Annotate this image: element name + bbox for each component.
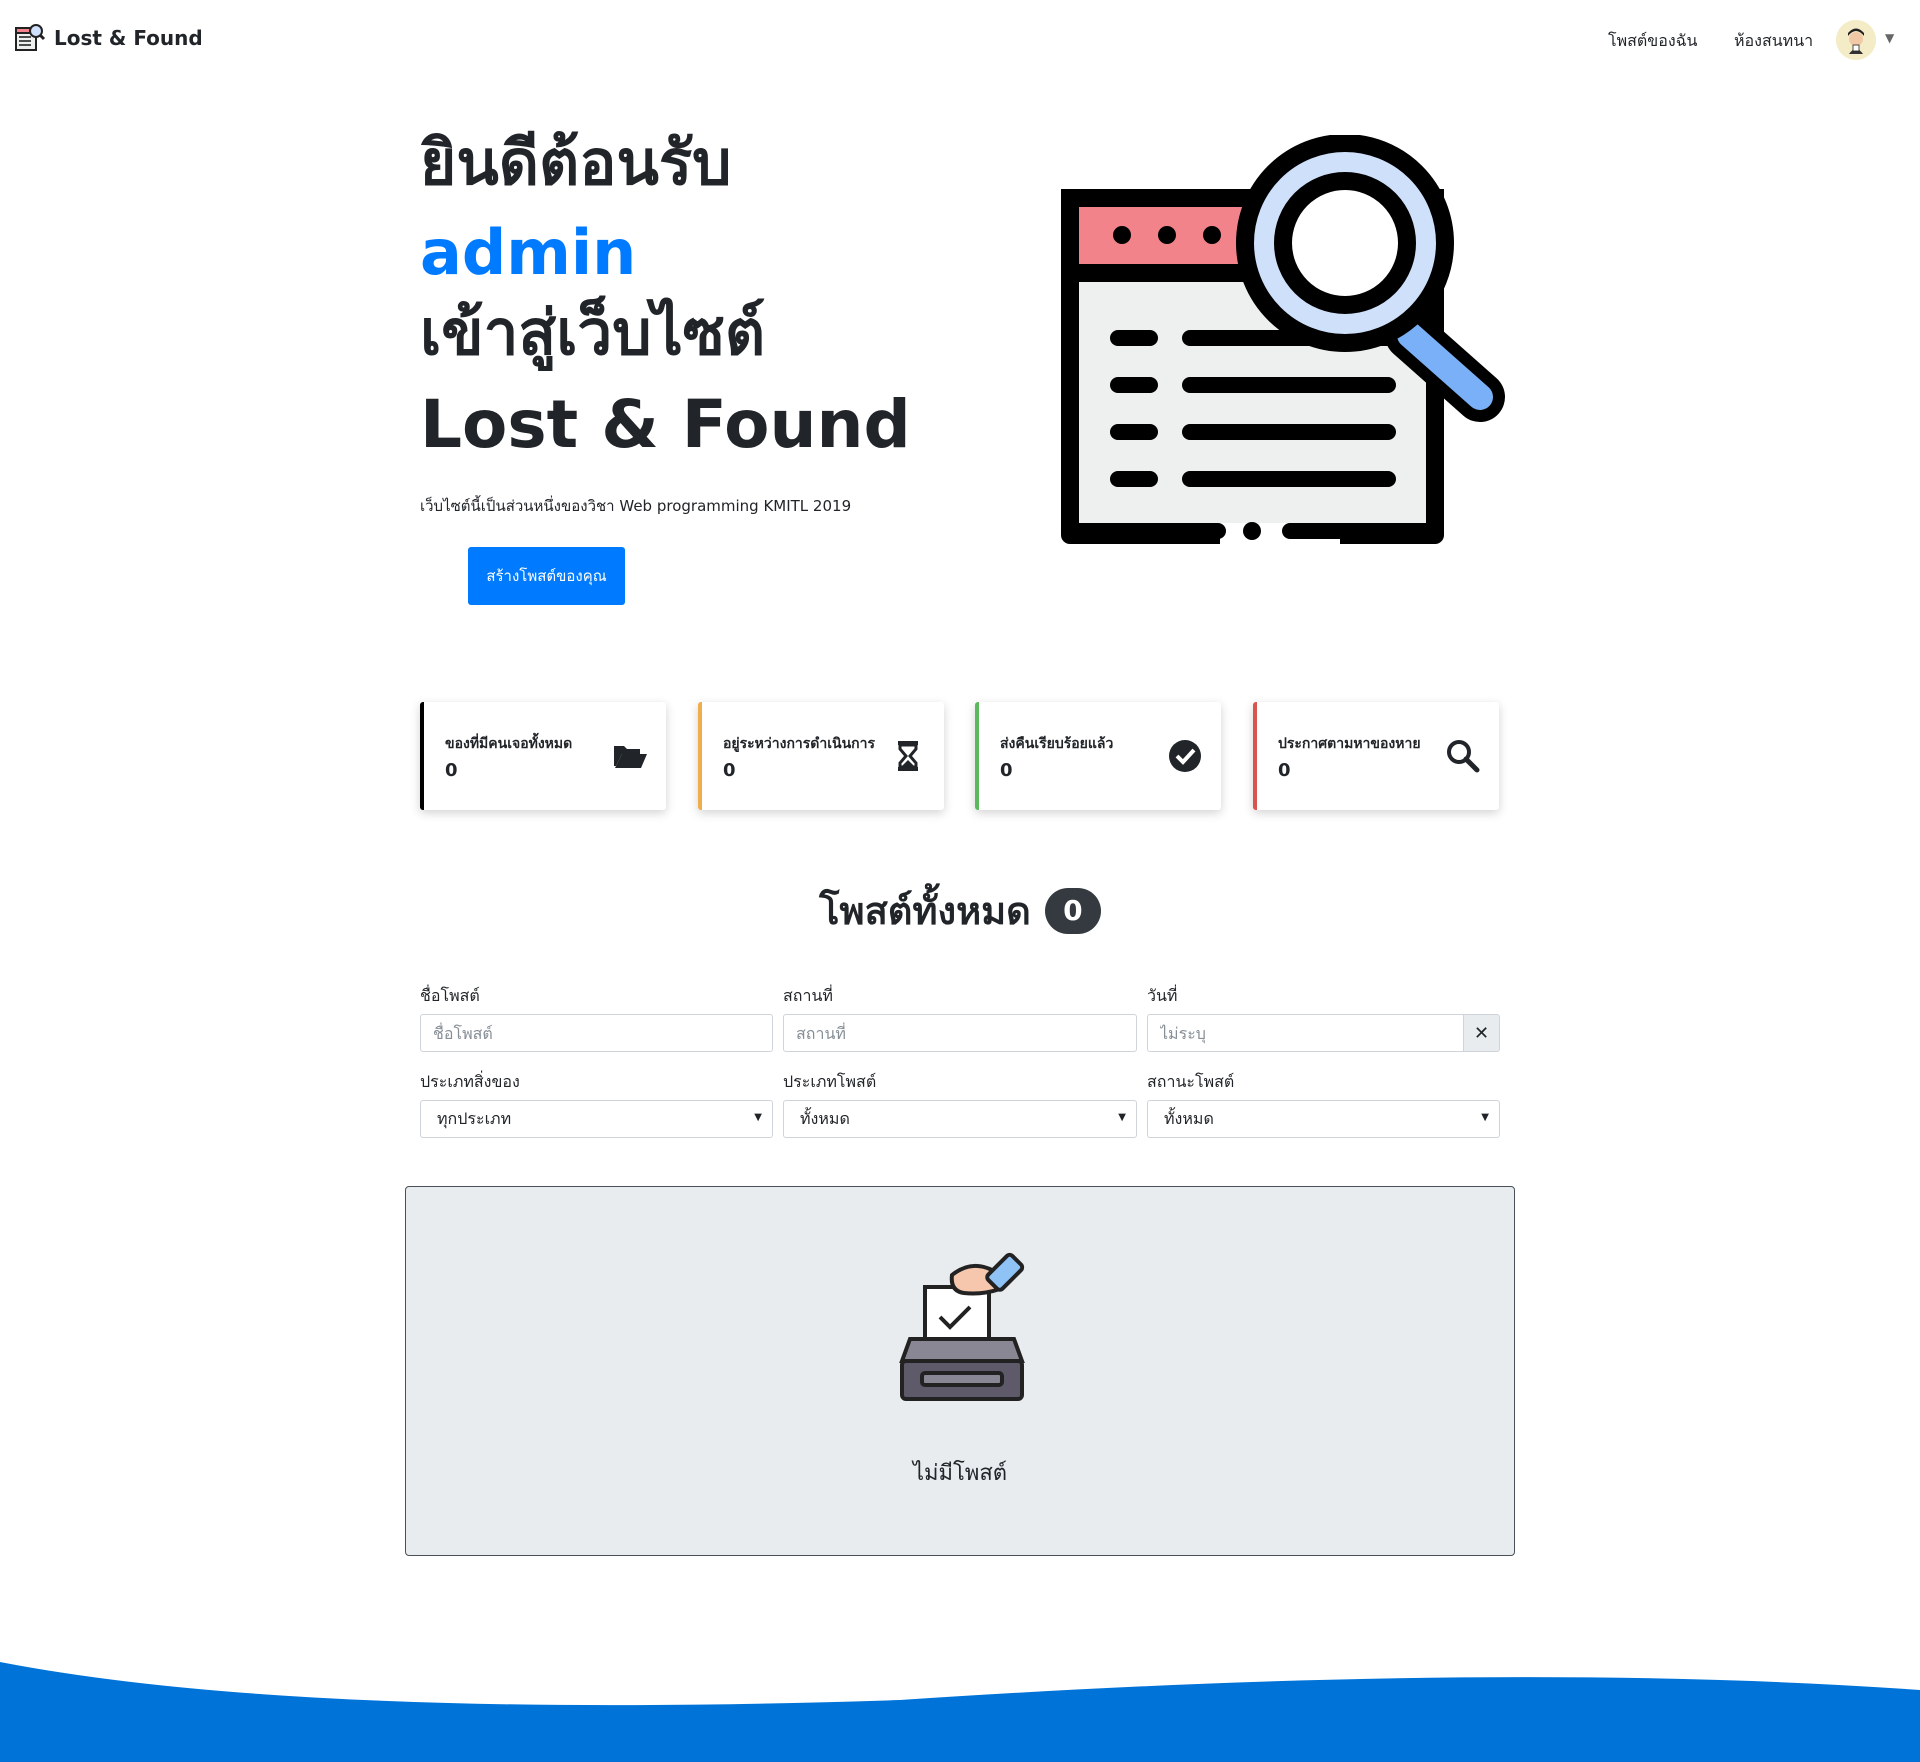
stat-label: ประกาศตามหาของหาย — [1278, 736, 1421, 752]
stat-label: ของที่มีคนเจอทั้งหมด — [445, 736, 573, 752]
filter-status-select[interactable]: ทั้งหมด ▼ — [1147, 1100, 1500, 1138]
stat-value: 0 — [1000, 760, 1013, 781]
hero-line-site-name: Lost & Found — [420, 386, 911, 463]
hourglass-icon — [898, 741, 918, 771]
posts-count-badge: 0 — [1044, 887, 1101, 934]
folder-open-icon — [614, 746, 647, 768]
empty-posts-panel: ไม่มีโพสต์ — [405, 1186, 1515, 1556]
search-icon — [1447, 740, 1480, 773]
filter-date-label: วันที่ — [1147, 986, 1178, 1005]
stat-card-returned: ส่งคืนเรียบร้อยแล้ว 0 — [975, 702, 1221, 810]
hero-line-welcome: ยินดีต้อนรับ — [420, 126, 732, 199]
select-value: ทั้งหมด — [1164, 1108, 1214, 1128]
stat-value: 0 — [1278, 760, 1291, 781]
filter-item-type-label: ประเภทสิ่งของ — [420, 1072, 520, 1091]
hero-username: admin — [420, 216, 637, 289]
filter-name-label: ชื่อโพสต์ — [420, 986, 480, 1005]
filter-post-type-select[interactable]: ทั้งหมด ▼ — [783, 1100, 1137, 1138]
filter-place-input[interactable] — [783, 1014, 1137, 1052]
filter-post-type-label: ประเภทโพสต์ — [783, 1072, 877, 1091]
brand-link[interactable]: Lost & Found — [14, 22, 203, 54]
check-circle-icon — [1169, 740, 1201, 772]
brand-name: Lost & Found — [54, 26, 203, 50]
filter-name-input[interactable] — [420, 1014, 773, 1052]
filter-item-type-select[interactable]: ทุกประเภท ▼ — [420, 1100, 773, 1138]
select-value: ทุกประเภท — [437, 1108, 512, 1128]
stat-label: อยู่ระหว่างการดำเนินการ — [723, 736, 876, 752]
avatar-icon — [1836, 20, 1876, 60]
user-avatar[interactable] — [1836, 20, 1876, 60]
stat-card-lost-notice: ประกาศตามหาของหาย 0 — [1253, 702, 1499, 810]
footer-wave — [0, 1662, 1920, 1762]
select-value: ทั้งหมด — [800, 1108, 850, 1128]
posts-header: โพสต์ทั้งหมด 0 — [0, 880, 1920, 941]
stat-value: 0 — [445, 760, 458, 781]
stat-card-in-progress: อยู่ระหว่างการดำเนินการ 0 — [698, 702, 944, 810]
filter-date-input[interactable] — [1147, 1014, 1464, 1052]
create-post-button[interactable]: สร้างโพสต์ของคุณ — [468, 547, 625, 605]
posts-title: โพสต์ทั้งหมด — [819, 889, 1031, 933]
brand-logo-icon — [15, 24, 46, 51]
clear-date-button[interactable]: ✕ — [1463, 1014, 1500, 1052]
hero-line-enter: เข้าสู่เว็บไซต์ — [420, 296, 766, 369]
nav-my-posts[interactable]: โพสต์ของฉัน — [1608, 29, 1698, 54]
empty-posts-text: ไม่มีโพสต์ — [912, 1461, 1008, 1486]
nav-chat-room[interactable]: ห้องสนทนา — [1734, 29, 1813, 54]
chevron-down-icon: ▼ — [1481, 1112, 1489, 1123]
caret-down-icon[interactable]: ▼ — [1885, 31, 1894, 45]
stat-value: 0 — [723, 760, 736, 781]
stat-card-found: ของที่มีคนเจอทั้งหมด 0 — [420, 702, 666, 810]
search-document-icon — [1061, 135, 1505, 545]
stat-label: ส่งคืนเรียบร้อยแล้ว — [1000, 736, 1114, 752]
hero-subtitle: เว็บไซต์นี้เป็นส่วนหนึ่งของวิชา Web prog… — [420, 497, 852, 515]
filter-status-label: สถานะโพสต์ — [1147, 1072, 1235, 1091]
navbar: Lost & Found โพสต์ของฉัน ห้องสนทนา ▼ — [0, 0, 1920, 78]
chevron-down-icon: ▼ — [1118, 1112, 1126, 1123]
filter-place-label: สถานที่ — [783, 986, 833, 1005]
chevron-down-icon: ▼ — [754, 1112, 762, 1123]
ballot-box-icon — [899, 1252, 1025, 1401]
